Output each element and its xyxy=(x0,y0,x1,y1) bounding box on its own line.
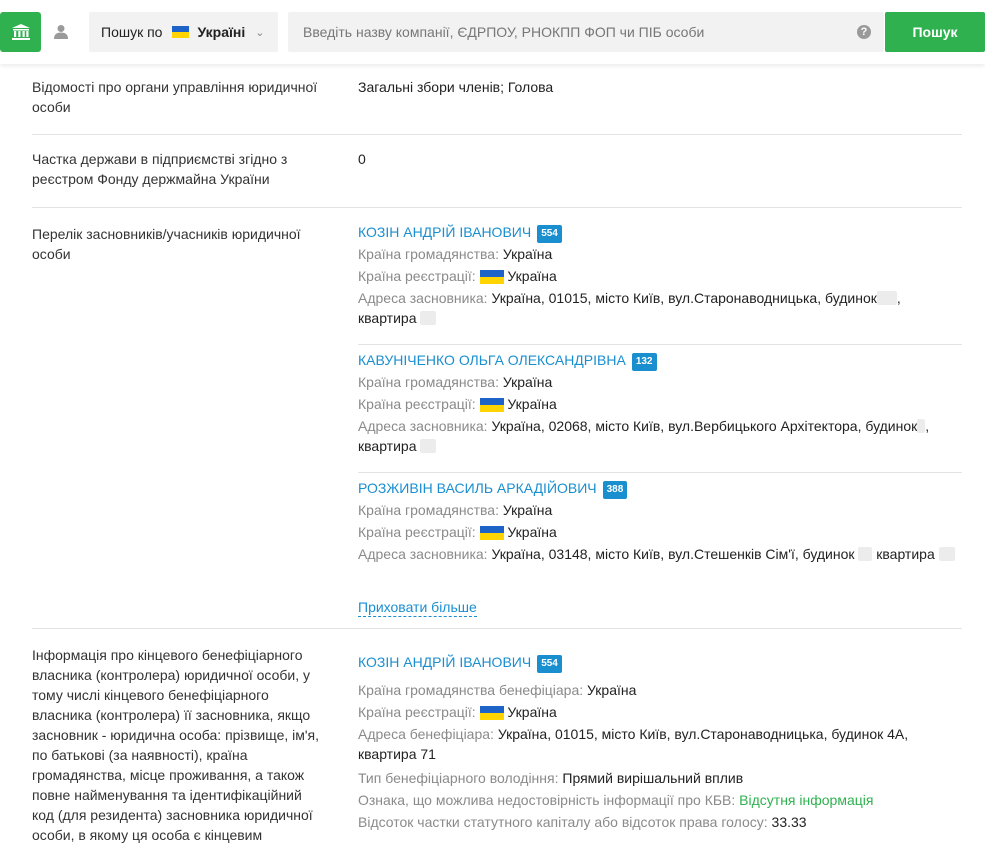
search-scope-label: Пошук по xyxy=(101,24,163,40)
beneficiary-address-label: Адреса бенефіціара: xyxy=(358,726,494,742)
founder-divider xyxy=(358,344,962,345)
beneficiary-address-value: Україна, 01015, місто Київ, вул.Старонав… xyxy=(497,726,909,742)
ukraine-flag-icon xyxy=(479,526,504,541)
registration-label: Країна реєстрації: xyxy=(358,268,476,284)
founder-name-link[interactable]: КАВУНІЧЕНКО ОЛЬГА ОЛЕКСАНДРІВНА xyxy=(358,352,626,368)
redacted-block xyxy=(420,311,437,325)
address-value: Україна, 03148, місто Київ, вул.Стешенкі… xyxy=(491,546,855,562)
beneficiary-name-link[interactable]: КОЗІН АНДРІЙ ІВАНОВИЧ xyxy=(358,654,531,670)
founder-count-badge[interactable]: 554 xyxy=(537,225,562,243)
beneficiary-registration-value: Україна xyxy=(507,704,557,720)
row-value: Загальні збори членів; Голова xyxy=(358,79,554,95)
address-label: Адреса засновника: xyxy=(358,546,488,562)
ukraine-flag-icon xyxy=(479,706,504,721)
redacted-block xyxy=(858,547,873,561)
person-icon xyxy=(54,25,68,39)
address-value: Україна, 01015, місто Київ, вул.Старонав… xyxy=(491,290,877,306)
search-input[interactable] xyxy=(288,12,848,52)
beneficiary-info: КОЗІН АНДРІЙ ІВАНОВИЧ 554 Країна громадян… xyxy=(358,651,962,833)
unreliability-label: Ознака, що можлива недостовірність інфор… xyxy=(358,792,736,808)
redacted-block xyxy=(876,291,897,305)
citizenship-value: Україна xyxy=(502,374,553,390)
beneficiary-citizenship-label: Країна громадянства бенефіціара: xyxy=(358,682,584,698)
address-apartment: квартира xyxy=(358,310,417,326)
row-state-share: Частка держави в підприємстві згідно з р… xyxy=(32,135,962,208)
address-value: Україна, 02068, місто Київ, вул.Вербицьк… xyxy=(491,418,918,434)
beneficiary-citizenship-value: Україна xyxy=(587,682,637,698)
citizenship-label: Країна громадянства: xyxy=(358,502,499,518)
address-label: Адреса засновника: xyxy=(358,290,488,306)
founder-item: РОЗЖИВІН ВАСИЛЬ АРКАДІЙОВИЧ 388 Країна гр… xyxy=(358,477,962,565)
bank-icon xyxy=(11,24,30,40)
top-search-bar: Пошук по Україні ⌄ ? Пошук xyxy=(0,0,985,64)
redacted-block xyxy=(420,439,437,453)
row-label: Інформація про кінцевого бенефіціарного … xyxy=(32,647,320,843)
hide-more-wrap: Приховати більше xyxy=(358,597,477,617)
row-beneficiary: Інформація про кінцевого бенефіціарного … xyxy=(32,629,962,859)
company-search-mode-button[interactable] xyxy=(0,12,41,52)
ukraine-flag-icon xyxy=(172,26,190,38)
address-label: Адреса засновника: xyxy=(358,418,488,434)
founder-name-link[interactable]: РОЗЖИВІН ВАСИЛЬ АРКАДІЙОВИЧ xyxy=(358,480,597,496)
company-details-table: Відомості про органи управління юридично… xyxy=(32,64,962,859)
citizenship-label: Країна громадянства: xyxy=(358,374,499,390)
row-label: Частка держави в підприємстві згідно з р… xyxy=(32,151,288,187)
help-icon[interactable]: ? xyxy=(857,25,871,39)
search-button[interactable]: Пошук xyxy=(885,12,985,52)
citizenship-value: Україна xyxy=(502,502,553,518)
ukraine-flag-icon xyxy=(479,398,504,413)
chevron-down-icon: ⌄ xyxy=(255,26,265,39)
share-value: 33.33 xyxy=(771,814,807,830)
registration-value: Україна xyxy=(507,268,557,284)
person-search-mode-button[interactable] xyxy=(44,12,78,52)
ownership-type-value: Прямий вирішальний вплив xyxy=(562,770,744,786)
founder-item: КАВУНІЧЕНКО ОЛЬГА ОЛЕКСАНДРІВНА 132 Країн… xyxy=(358,349,962,455)
row-management-bodies: Відомості про органи управління юридично… xyxy=(32,64,962,135)
unreliability-value: Відсутня інформація xyxy=(739,792,874,808)
search-field-wrapper: ? xyxy=(288,12,884,52)
citizenship-label: Країна громадянства: xyxy=(358,246,499,262)
registration-value: Україна xyxy=(507,524,557,540)
search-scope-dropdown[interactable]: Пошук по Україні ⌄ xyxy=(89,12,278,52)
row-label: Відомості про органи управління юридично… xyxy=(32,79,318,115)
row-label: Перелік засновників/учасників юридичної … xyxy=(32,226,301,262)
row-value: 0 xyxy=(358,151,366,167)
beneficiary-registration-label: Країна реєстрації: xyxy=(358,704,476,720)
registration-label: Країна реєстрації: xyxy=(358,524,476,540)
hide-more-link[interactable]: Приховати більше xyxy=(358,599,477,617)
beneficiary-count-badge[interactable]: 554 xyxy=(537,655,562,673)
search-scope-country: Україні xyxy=(197,24,246,40)
founder-count-badge[interactable]: 388 xyxy=(602,481,628,499)
founders-list: КОЗІН АНДРІЙ ІВАНОВИЧ 554 Країна громадян… xyxy=(358,221,962,621)
beneficiary-address-apartment: квартира 71 xyxy=(358,746,436,762)
redacted-block xyxy=(938,547,955,561)
row-founders: Перелік засновників/учасників юридичної … xyxy=(32,208,962,629)
address-comma: , xyxy=(925,418,930,434)
address-apartment: квартира xyxy=(358,438,417,454)
founder-name-link[interactable]: КОЗІН АНДРІЙ ІВАНОВИЧ xyxy=(358,224,531,240)
registration-value: Україна xyxy=(507,396,557,412)
founder-divider xyxy=(358,472,962,473)
address-comma: , xyxy=(896,290,901,306)
founder-count-badge[interactable]: 132 xyxy=(631,353,657,371)
ownership-type-label: Тип бенефіціарного володіння: xyxy=(358,770,559,786)
founder-item: КОЗІН АНДРІЙ ІВАНОВИЧ 554 Країна громадян… xyxy=(358,221,962,327)
address-apartment: квартира xyxy=(876,546,935,562)
share-label: Відсоток частки статутного капіталу або … xyxy=(358,814,768,830)
citizenship-value: Україна xyxy=(502,246,553,262)
ukraine-flag-icon xyxy=(479,270,504,285)
registration-label: Країна реєстрації: xyxy=(358,396,476,412)
